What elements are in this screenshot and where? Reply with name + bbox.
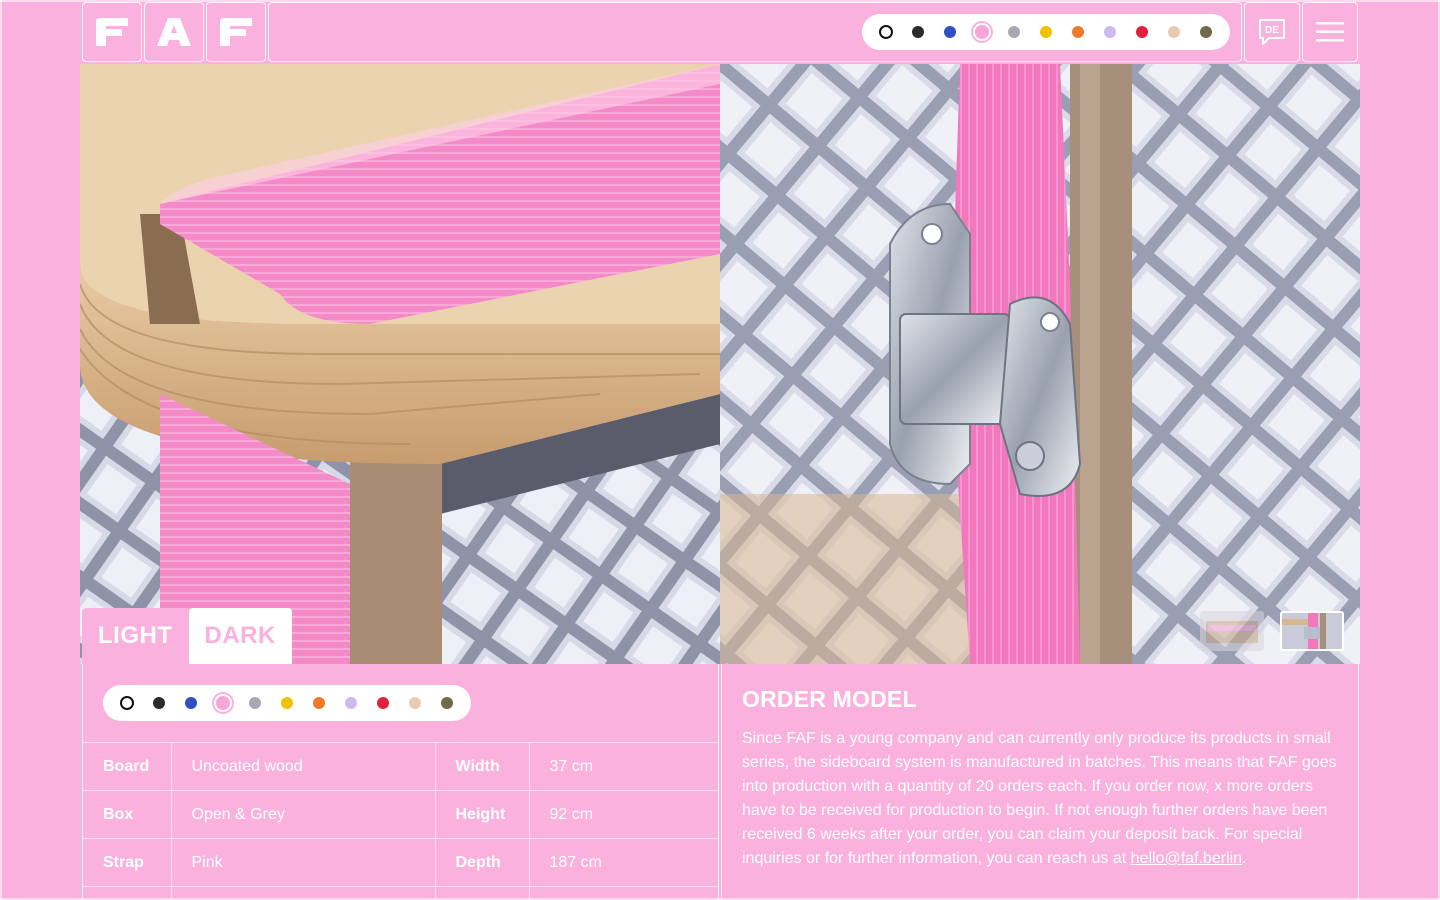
- header-color-swatch[interactable]: [998, 16, 1030, 48]
- color-dot: [345, 697, 357, 709]
- color-dot: [441, 697, 453, 709]
- logo-a-icon: [157, 18, 191, 46]
- logo-letter-f-2[interactable]: [206, 2, 266, 62]
- config-color-swatch[interactable]: [335, 687, 367, 719]
- language-icon: DE: [1259, 19, 1285, 45]
- color-dot: [313, 697, 325, 709]
- color-dot: [1168, 26, 1180, 38]
- color-dot: [249, 697, 261, 709]
- language-button[interactable]: DE: [1244, 2, 1300, 62]
- color-dot: [1008, 26, 1020, 38]
- color-dot: [216, 696, 230, 710]
- config-color-swatch[interactable]: [239, 687, 271, 719]
- logo-f-icon: [96, 18, 128, 46]
- color-dot: [944, 26, 956, 38]
- product-photo-board: [80, 64, 720, 664]
- spec-key: Load: [83, 886, 171, 900]
- spec-key: Box: [83, 790, 171, 839]
- config-color-swatch[interactable]: [175, 687, 207, 719]
- color-dot: [975, 25, 989, 39]
- spec-value: [170, 886, 435, 900]
- header-color-swatch[interactable]: [1030, 16, 1062, 48]
- svg-text:DE: DE: [1265, 25, 1279, 36]
- spec-table: Board Uncoated wood Width 37 cm Box Open & Gr…: [83, 742, 719, 900]
- color-dot: [409, 697, 421, 709]
- spec-value: Open & Grey: [170, 790, 435, 839]
- header-color-swatch[interactable]: [1126, 16, 1158, 48]
- color-dot: [185, 697, 197, 709]
- color-dot: [1072, 26, 1084, 38]
- spec-value: [528, 886, 719, 900]
- logo-f-icon: [220, 18, 252, 46]
- color-dot: [281, 697, 293, 709]
- spec-key: [434, 886, 529, 900]
- header-color-swatch[interactable]: [870, 16, 902, 48]
- spec-value: 92 cm: [528, 790, 719, 839]
- logo-letter-f[interactable]: [82, 2, 142, 62]
- config-color-swatch[interactable]: [303, 687, 335, 719]
- header-color-swatch[interactable]: [902, 16, 934, 48]
- header-color-swatch[interactable]: [966, 16, 998, 48]
- menu-icon: [1316, 22, 1344, 42]
- order-panel: ORDER MODEL Since FAF is a young company…: [721, 664, 1359, 900]
- email-link[interactable]: hello@faf.berlin: [1131, 850, 1242, 867]
- spec-key: Depth: [434, 838, 529, 887]
- photo-thumbnails: [1200, 611, 1344, 651]
- spec-key: Board: [83, 742, 171, 791]
- color-dot: [153, 697, 165, 709]
- spec-value: Pink: [170, 838, 435, 887]
- finish-tabs: LIGHT DARK: [82, 608, 292, 664]
- spec-value: 187 cm: [528, 838, 719, 887]
- order-description: Since FAF is a young company and can cur…: [742, 730, 1337, 867]
- spec-row: Box Open & Grey Height 92 cm: [83, 790, 719, 839]
- config-color-swatch[interactable]: [143, 687, 175, 719]
- spec-row: Load: [83, 886, 719, 900]
- color-dot: [1136, 26, 1148, 38]
- tab-dark[interactable]: DARK: [188, 608, 292, 664]
- header-color-swatch[interactable]: [1158, 16, 1190, 48]
- config-color-picker: [103, 685, 471, 721]
- color-dot: [1200, 26, 1212, 38]
- spec-key: Width: [434, 742, 529, 791]
- product-photo-buckle: [720, 64, 1360, 664]
- config-color-swatch[interactable]: [399, 687, 431, 719]
- color-dot: [1104, 26, 1116, 38]
- config-color-swatch[interactable]: [207, 687, 239, 719]
- order-title: ORDER MODEL: [742, 686, 917, 712]
- header-color-swatch[interactable]: [1094, 16, 1126, 48]
- spec-key: Strap: [83, 838, 171, 887]
- color-dot: [377, 697, 389, 709]
- config-color-swatch[interactable]: [111, 687, 143, 719]
- logo-letter-a[interactable]: [144, 2, 204, 62]
- thumbnail-board[interactable]: [1200, 611, 1264, 651]
- spec-row: Strap Pink Depth 187 cm: [83, 838, 719, 887]
- header-color-swatch[interactable]: [934, 16, 966, 48]
- menu-button[interactable]: [1302, 2, 1358, 62]
- color-dot: [120, 696, 134, 710]
- tab-light[interactable]: LIGHT: [82, 608, 189, 664]
- configuration-panel: Board Uncoated wood Width 37 cm Box Open & Gr…: [82, 664, 719, 900]
- header-color-swatch[interactable]: [1062, 16, 1094, 48]
- config-color-swatch[interactable]: [271, 687, 303, 719]
- color-dot: [879, 25, 893, 39]
- config-color-swatch[interactable]: [431, 687, 463, 719]
- spec-row: Board Uncoated wood Width 37 cm: [83, 742, 719, 791]
- config-color-swatch[interactable]: [367, 687, 399, 719]
- color-dot: [912, 26, 924, 38]
- thumbnail-buckle[interactable]: [1280, 611, 1344, 651]
- spec-value: Uncoated wood: [170, 742, 435, 791]
- header-color-swatch[interactable]: [1190, 16, 1222, 48]
- color-dot: [1040, 26, 1052, 38]
- spec-value: 37 cm: [528, 742, 719, 791]
- header-color-picker: [862, 14, 1230, 50]
- spec-key: Height: [434, 790, 529, 839]
